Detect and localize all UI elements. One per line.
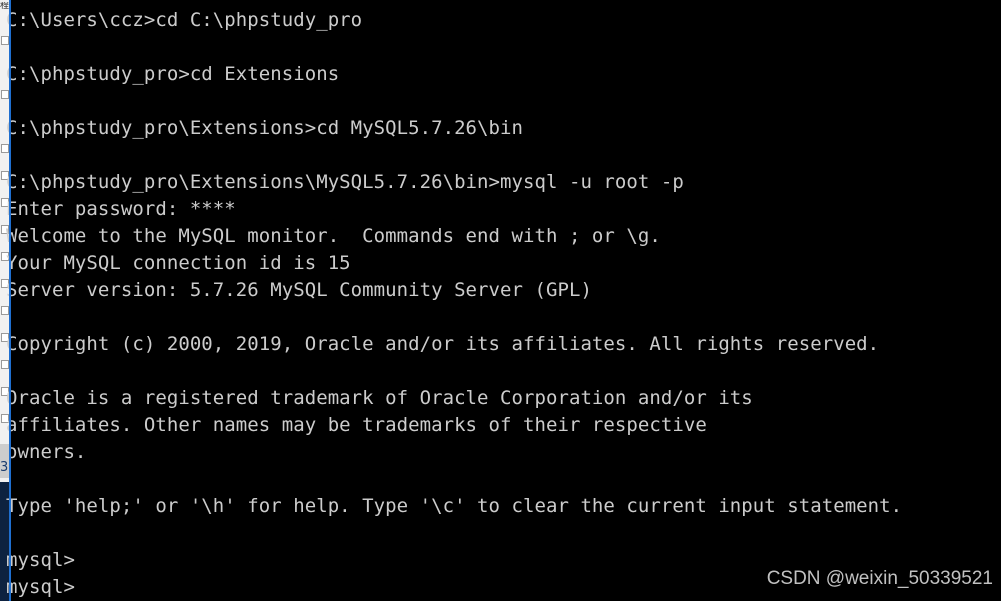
console-client-area[interactable]: C:\Users\ccz>cd C:\phpstudy_pro C:\phpstu… <box>6 0 1001 601</box>
console-line: mysql> <box>6 549 75 571</box>
console-line: Copyright (c) 2000, 2019, Oracle and/or … <box>6 333 880 355</box>
console-line: Your MySQL connection id is 15 <box>6 252 351 274</box>
console-line: C:\phpstudy_pro>cd Extensions <box>6 63 340 85</box>
console-line: C:\Users\ccz>cd C:\phpstudy_pro <box>6 9 363 31</box>
background-window-checkbox[interactable] <box>1 36 9 45</box>
console-line: Server version: 5.7.26 MySQL Community S… <box>6 279 592 301</box>
console-line: owners. <box>6 441 87 463</box>
console-line: Enter password: **** <box>6 198 236 220</box>
console-line: Welcome to the MySQL monitor. Commands e… <box>6 225 661 247</box>
console-line: mysql> <box>6 576 75 598</box>
console-line: C:\phpstudy_pro\Extensions>cd MySQL5.7.2… <box>6 117 524 139</box>
background-window-checkbox[interactable] <box>1 144 9 153</box>
csdn-watermark: CSDN @weixin_50339521 <box>766 568 993 589</box>
screen-root: 程 3 C:\Users\ccz>cd C:\phpstudy_pro C:\ph… <box>0 0 1001 601</box>
background-window-checkbox[interactable] <box>1 306 9 315</box>
background-window-checkbox[interactable] <box>1 90 9 99</box>
console-line: C:\phpstudy_pro\Extensions\MySQL5.7.26\b… <box>6 171 684 193</box>
console-line: affiliates. Other names may be trademark… <box>6 414 707 436</box>
console-window-border <box>9 0 11 601</box>
console-line: Type 'help;' or '\h' for help. Type '\c'… <box>6 495 903 517</box>
console-line: Oracle is a registered trademark of Orac… <box>6 387 753 409</box>
background-window-checkbox[interactable] <box>1 360 9 369</box>
